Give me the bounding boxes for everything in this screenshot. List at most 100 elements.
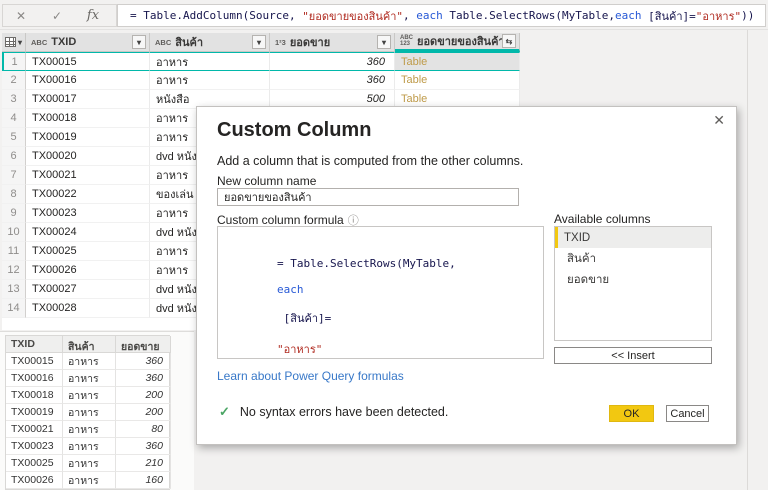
cell-product[interactable]: อาหาร (150, 71, 270, 90)
power-query-editor: ✕ ✓ fx = Table.AddColumn(Source, "ยอดขาย… (0, 0, 768, 490)
column-header-sales[interactable]: 1²3 ยอดขาย ▾ (270, 33, 395, 52)
close-icon[interactable]: ✕ (713, 112, 725, 129)
row-number[interactable]: 2 (2, 71, 26, 90)
cell-txid[interactable]: TX00015 (26, 52, 150, 71)
any-type-icon[interactable]: ABC 123 (400, 35, 413, 47)
preview-cell-txid: TX00019 (6, 404, 63, 421)
filter-button[interactable]: ▾ (132, 35, 146, 49)
column-header-txid[interactable]: ABC TXID ▾ (26, 33, 150, 52)
formula-token: = Table.SelectRows(MyTable, (276, 257, 456, 270)
commit-entry-icon[interactable]: ✓ (39, 9, 75, 23)
row-number[interactable]: 11 (2, 242, 26, 261)
cell-txid[interactable]: TX00025 (26, 242, 150, 261)
formula-bar: ✕ ✓ fx = Table.AddColumn(Source, "ยอดขาย… (0, 0, 768, 30)
cell-txid[interactable]: TX00023 (26, 204, 150, 223)
number-type-icon[interactable]: 1²3 (275, 38, 286, 47)
preview-cell-product: อาหาร (63, 353, 116, 370)
cell-txid[interactable]: TX00018 (26, 109, 150, 128)
cell-product[interactable]: อาหาร (150, 52, 270, 71)
formula-bar-actions: ✕ ✓ fx (2, 4, 117, 27)
preview-row: TX00019 อาหาร 200 (6, 404, 171, 421)
preview-cell-txid: TX00015 (6, 353, 63, 370)
preview-cell-txid: TX00025 (6, 455, 63, 472)
cell-txid[interactable]: TX00027 (26, 280, 150, 299)
cell-txid[interactable]: TX00016 (26, 71, 150, 90)
pane-divider (747, 30, 748, 490)
row-number[interactable]: 5 (2, 128, 26, 147)
formula-input[interactable]: = Table.AddColumn(Source, "ยอดขายของสินค… (117, 4, 766, 27)
custom-formula-editor[interactable]: = Table.SelectRows(MyTable, each [สินค้า… (217, 226, 544, 359)
available-column-item[interactable]: ยอดขาย (555, 269, 711, 290)
row-number[interactable]: 10 (2, 223, 26, 242)
ok-button[interactable]: OK (609, 405, 654, 422)
preview-header-txid: TXID (6, 336, 63, 353)
cell-table-link[interactable]: Table (395, 52, 520, 71)
chevron-down-icon: ▾ (17, 37, 22, 47)
filter-button[interactable]: ▾ (377, 35, 391, 49)
preview-header-sales: ยอดขาย (116, 336, 171, 353)
text-type-icon[interactable]: ABC (31, 38, 47, 47)
preview-cell-product: อาหาร (63, 472, 116, 489)
check-icon: ✓ (219, 404, 230, 419)
cell-txid[interactable]: TX00021 (26, 166, 150, 185)
column-label: สินค้า (175, 37, 204, 49)
preview-cell-product: อาหาร (63, 387, 116, 404)
preview-row: TX00016 อาหาร 360 (6, 370, 171, 387)
preview-cell-txid: TX00023 (6, 438, 63, 455)
column-header-new-custom-column[interactable]: ABC 123 ยอดขายของสินค้า ⇆ (395, 33, 520, 52)
new-column-name-label: New column name (217, 174, 317, 188)
cell-txid[interactable]: TX00022 (26, 185, 150, 204)
row-number[interactable]: 8 (2, 185, 26, 204)
dialog-title: Custom Column (217, 119, 372, 141)
row-number[interactable]: 4 (2, 109, 26, 128)
preview-table: TXID สินค้า ยอดขาย TX00015 อาหาร 360 TX0… (5, 335, 171, 490)
formula-token: = Table.AddColumn(Source, (130, 9, 303, 22)
row-number[interactable]: 12 (2, 261, 26, 280)
cancel-button[interactable]: Cancel (666, 405, 709, 422)
available-column-item[interactable]: TXID (555, 227, 711, 248)
cell-txid[interactable]: TX00020 (26, 147, 150, 166)
preview-cell-sales: 200 (116, 387, 171, 404)
cell-preview-pane: TXID สินค้า ยอดขาย TX00015 อาหาร 360 TX0… (0, 331, 194, 490)
preview-cell-product: อาหาร (63, 404, 116, 421)
row-number[interactable]: 9 (2, 204, 26, 223)
cell-sales[interactable]: 360 (270, 52, 395, 71)
preview-cell-sales: 80 (116, 421, 171, 438)
insert-button[interactable]: << Insert (554, 347, 712, 364)
row-number[interactable]: 14 (2, 299, 26, 318)
new-column-name-input[interactable] (217, 188, 519, 206)
cell-txid[interactable]: TX00024 (26, 223, 150, 242)
cell-txid[interactable]: TX00017 (26, 90, 150, 109)
filter-button[interactable]: ▾ (252, 35, 266, 49)
cancel-entry-icon[interactable]: ✕ (3, 9, 39, 23)
syntax-status-text: No syntax errors have been detected. (239, 405, 449, 419)
column-label: ยอดขาย (289, 37, 331, 49)
cell-table-link[interactable]: Table (395, 71, 520, 90)
available-column-item[interactable]: สินค้า (555, 248, 711, 269)
preview-cell-sales: 160 (116, 472, 171, 489)
cell-txid[interactable]: TX00019 (26, 128, 150, 147)
preview-cell-sales: 360 (116, 370, 171, 387)
text-type-icon[interactable]: ABC (155, 38, 171, 47)
preview-cell-sales: 360 (116, 438, 171, 455)
preview-row: TX00018 อาหาร 200 (6, 387, 171, 404)
select-all-header[interactable]: ▾ (2, 33, 26, 52)
row-number[interactable]: 3 (2, 90, 26, 109)
column-header-product[interactable]: ABC สินค้า ▾ (150, 33, 270, 52)
cell-sales[interactable]: 360 (270, 71, 395, 90)
expand-column-icon[interactable]: ⇆ (502, 34, 516, 48)
preview-cell-txid: TX00018 (6, 387, 63, 404)
formula-token: , (403, 9, 417, 22)
formula-token: each (614, 9, 642, 22)
row-number[interactable]: 6 (2, 147, 26, 166)
row-number[interactable]: 13 (2, 280, 26, 299)
preview-cell-product: อาหาร (63, 438, 116, 455)
cell-txid[interactable]: TX00028 (26, 299, 150, 318)
row-number[interactable]: 7 (2, 166, 26, 185)
cell-txid[interactable]: TX00026 (26, 261, 150, 280)
row-number[interactable]: 1 (2, 52, 26, 71)
available-columns-list: TXID สินค้า ยอดขาย (554, 226, 712, 341)
learn-formulas-link[interactable]: Learn about Power Query formulas (217, 369, 404, 383)
fx-icon[interactable]: fx (75, 8, 111, 23)
column-label: ยอดขายของสินค้า (417, 36, 502, 48)
